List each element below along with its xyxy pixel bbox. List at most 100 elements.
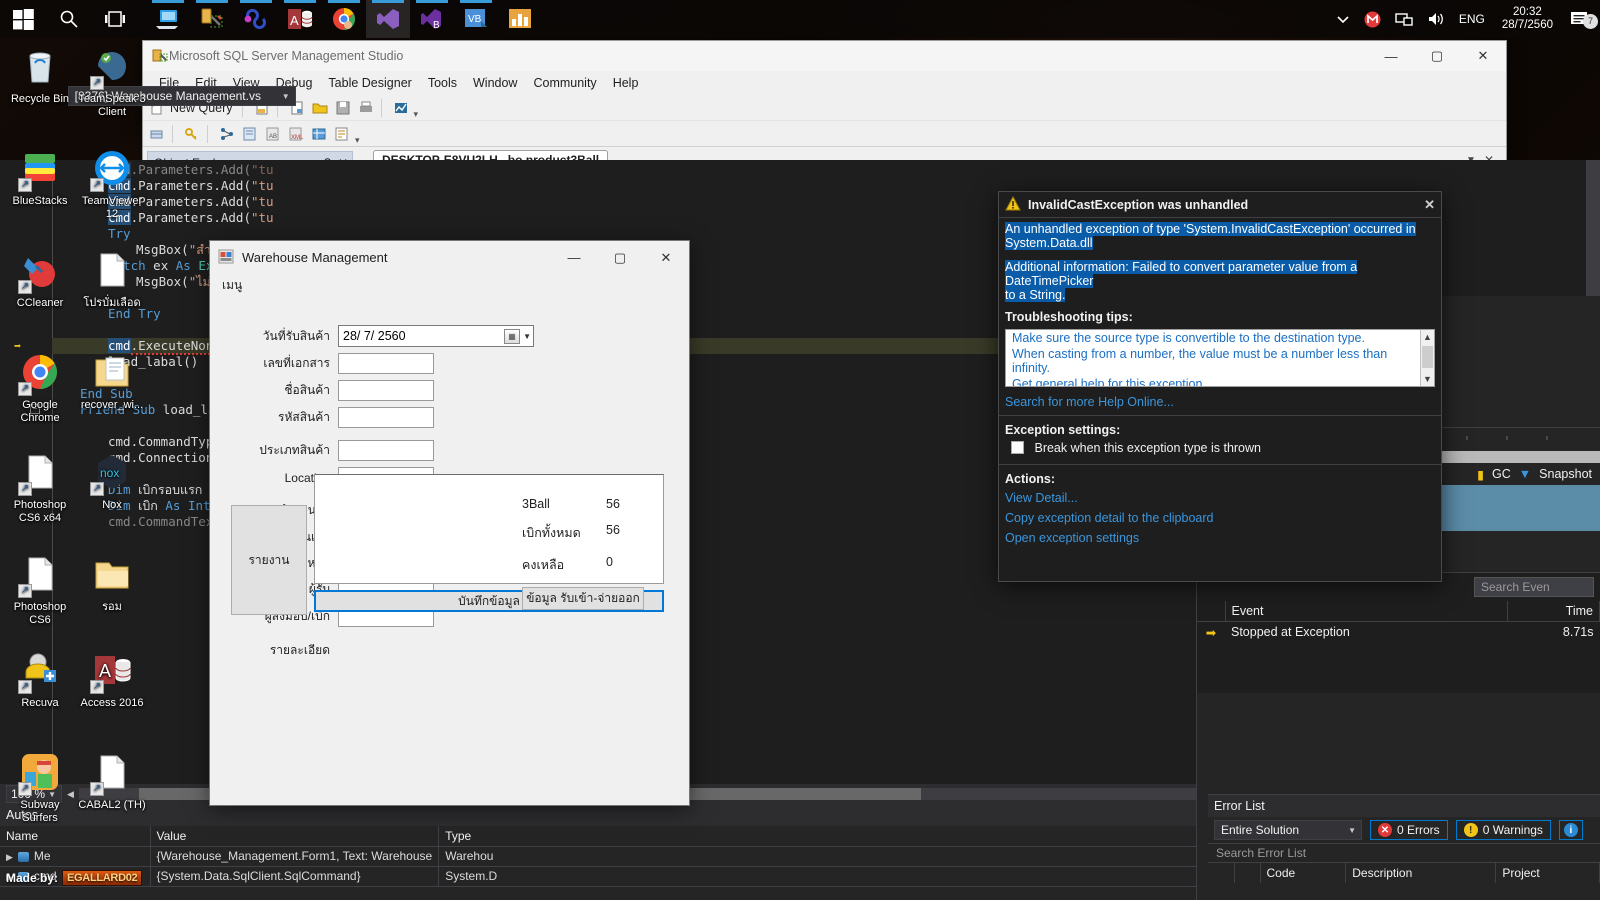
el-header-project[interactable]: Project: [1496, 863, 1600, 883]
exception-close-button[interactable]: ✕: [1424, 197, 1435, 213]
execution-plan-icon[interactable]: [391, 98, 411, 118]
error-scope-combobox[interactable]: Entire Solution ▼: [1214, 820, 1362, 840]
taskbar-app-visual-studio-icon[interactable]: [366, 0, 410, 38]
desktop-icon-teamviewer-12[interactable]: ↗TeamViewer 12: [76, 148, 148, 221]
chevron-up-icon[interactable]: [1329, 12, 1357, 26]
system-tray[interactable]: ENG 20:32 28/7/2560 7: [1329, 0, 1600, 38]
exception-action-link[interactable]: Open exception settings: [999, 528, 1441, 548]
taskbar-app-list[interactable]: A BVB: [146, 0, 542, 38]
volume-icon[interactable]: [1420, 11, 1452, 27]
document-number-input[interactable]: [338, 353, 434, 374]
break-when-thrown-checkbox[interactable]: [1011, 441, 1024, 454]
events-search-input[interactable]: Search Even: [1474, 577, 1594, 597]
warnings-filter-button[interactable]: ! 0 Warnings: [1456, 820, 1551, 840]
errors-filter-button[interactable]: ✕ 0 Errors: [1370, 820, 1448, 840]
report-button[interactable]: รายงาน: [231, 505, 307, 615]
taskbar-app-google-chrome-icon[interactable]: [322, 0, 366, 38]
receive-date-picker[interactable]: 28/ 7/ 2560 ▦ ▼: [338, 325, 534, 347]
check-constraints-icon[interactable]: AB: [263, 124, 283, 144]
ssms-menu-help[interactable]: Help: [605, 73, 647, 93]
desktop-icon-ccleaner[interactable]: ↗CCleaner: [4, 250, 76, 310]
el-header-code[interactable]: Code: [1260, 863, 1346, 883]
troubleshooting-tips-box[interactable]: Make sure the source type is convertible…: [1005, 329, 1435, 387]
desktop-icon-recover-wi[interactable]: recover_wi...: [76, 352, 148, 412]
warehouse-form-menubar[interactable]: เมนู: [210, 274, 689, 296]
error-scope-caret-icon[interactable]: ▼: [1348, 826, 1356, 835]
inout-data-button[interactable]: ข้อมูล รับเข้า-จ่ายออก: [522, 587, 644, 610]
desktop-icon-teamspeak-client[interactable]: ↗TeamSpeak 3 Client: [76, 46, 148, 119]
primary-key-icon[interactable]: [182, 124, 202, 144]
print-icon[interactable]: [356, 98, 376, 118]
error-list-table[interactable]: CodeDescriptionProject: [1208, 863, 1600, 883]
events-table[interactable]: EventTime➡Stopped at Exception8.71s: [1197, 601, 1600, 643]
exception-action-link[interactable]: View Detail...: [999, 488, 1441, 508]
exception-actions-list[interactable]: View Detail...Copy exception detail to t…: [999, 488, 1441, 548]
desktop-icon-rom-folder[interactable]: รอม: [76, 554, 148, 614]
manage-indexes-icon[interactable]: [240, 124, 260, 144]
taskbar-app-charts-icon[interactable]: [498, 0, 542, 38]
expand-triangle-icon[interactable]: ▶: [6, 852, 13, 862]
action-center-icon[interactable]: 7: [1563, 11, 1596, 28]
ssms-toolbar-secondary[interactable]: AB XML ▾: [143, 121, 1506, 147]
desktop-icon-access-2016[interactable]: A↗Access 2016: [76, 650, 148, 710]
ssms-maximize-button[interactable]: ▢: [1414, 41, 1460, 71]
calendar-icon[interactable]: ▦: [504, 329, 520, 344]
troubleshooting-tip-link[interactable]: Make sure the source type is convertible…: [1006, 330, 1418, 346]
tips-scroll-thumb[interactable]: [1422, 346, 1433, 368]
open-file-icon[interactable]: [310, 98, 330, 118]
save-icon[interactable]: [333, 98, 353, 118]
taskbar-app-vb-legacy-icon[interactable]: VB: [454, 0, 498, 38]
autos-header-name[interactable]: Name: [0, 826, 150, 846]
troubleshooting-tip-link[interactable]: When casting from a number, the value mu…: [1006, 346, 1418, 376]
relationships-icon[interactable]: [217, 124, 237, 144]
process-caret-icon[interactable]: ▼: [282, 92, 290, 101]
toolbar-overflow-2[interactable]: ▾: [355, 135, 360, 146]
autos-cell-value[interactable]: {Warehouse_Management.Form1, Text: Wareh…: [150, 846, 439, 866]
ssms-menu-window[interactable]: Window: [465, 73, 525, 93]
date-caret-icon[interactable]: ▼: [523, 332, 531, 341]
troubleshooting-tip-link[interactable]: Get general help for this exception.: [1006, 376, 1418, 387]
event-name[interactable]: Stopped at Exception: [1225, 621, 1508, 643]
product-code-input[interactable]: [338, 407, 434, 428]
product-type-input[interactable]: [338, 440, 434, 461]
el-header-description[interactable]: Description: [1346, 863, 1496, 883]
desktop-icon-thai-doc[interactable]: โปรบั่มเลือด: [76, 250, 148, 310]
task-view-icon[interactable]: [92, 0, 138, 38]
start-button[interactable]: [0, 0, 46, 38]
taskbar-app-sql-server-management-studio-icon[interactable]: [190, 0, 234, 38]
search-more-help-link[interactable]: Search for more Help Online...: [999, 387, 1441, 412]
spatial-index-icon[interactable]: [309, 124, 329, 144]
ssms-toolbar-primary[interactable]: New Query ▾: [143, 95, 1506, 121]
ssms-minimize-button[interactable]: —: [1368, 41, 1414, 71]
language-indicator[interactable]: ENG: [1452, 12, 1492, 26]
taskbar-app-infinity-icon[interactable]: [234, 0, 278, 38]
xml-indexes-icon[interactable]: XML: [286, 124, 306, 144]
error-list-search-input[interactable]: Search Error List: [1208, 843, 1600, 863]
search-icon[interactable]: [46, 0, 92, 38]
autos-header-value[interactable]: Value: [150, 826, 439, 846]
ssms-menu-table-designer[interactable]: Table Designer: [320, 73, 419, 93]
ssms-menu-community[interactable]: Community: [525, 73, 604, 93]
warehouse-maximize-button[interactable]: ▢: [597, 243, 643, 273]
mail-badge-icon[interactable]: [1357, 11, 1388, 28]
events-header-time[interactable]: Time: [1508, 601, 1600, 621]
ssms-menubar[interactable]: FileEditViewDebugTable DesignerToolsWind…: [143, 71, 1506, 95]
toolbar-overflow-1[interactable]: ▾: [414, 109, 419, 120]
taskbar-app-visual-basic-icon[interactable]: B: [410, 0, 454, 38]
ssms-close-button[interactable]: ✕: [1460, 41, 1506, 71]
table-relations-icon[interactable]: [147, 124, 167, 144]
desktop-icon-subway-surfers[interactable]: ↗Subway Surfers: [4, 752, 76, 825]
desktop-icon-photoshop-cs6[interactable]: ↗Photoshop CS6: [4, 554, 76, 627]
desktop-icon-bluestacks[interactable]: ↗BlueStacks: [4, 148, 76, 208]
desktop-icon-google-chrome[interactable]: ↗Google Chrome: [4, 352, 76, 425]
menu-item-menu[interactable]: เมนู: [222, 276, 242, 295]
messages-filter-button[interactable]: i: [1559, 820, 1583, 840]
desktop-icon-nox[interactable]: nox↗Nox: [76, 452, 148, 512]
tips-list[interactable]: Make sure the source type is convertible…: [1006, 330, 1434, 387]
tips-scroll-down-icon[interactable]: ▼: [1421, 372, 1434, 386]
desktop-icon-cabal2-th[interactable]: ↗CABAL2 (TH): [76, 752, 148, 812]
autos-cell-value[interactable]: {System.Data.SqlClient.SqlCommand}: [150, 866, 439, 886]
taskbar-app-microsoft-access-icon[interactable]: A: [278, 0, 322, 38]
ssms-menu-tools[interactable]: Tools: [420, 73, 465, 93]
tips-scrollbar[interactable]: ▲ ▼: [1420, 330, 1434, 386]
